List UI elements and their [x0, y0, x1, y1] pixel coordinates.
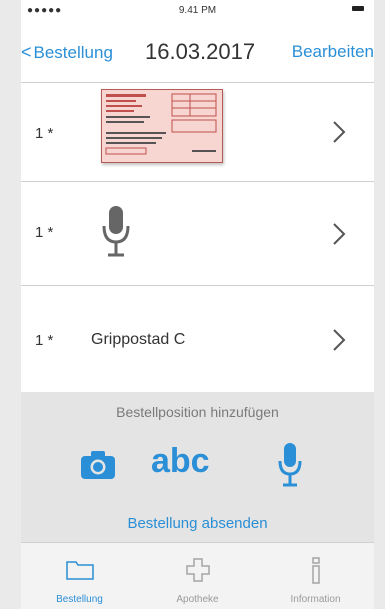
- microphone-icon[interactable]: [277, 442, 303, 488]
- edit-button[interactable]: Bearbeiten: [292, 42, 374, 62]
- item-name: Grippostad C: [91, 331, 186, 348]
- cross-icon: [185, 558, 210, 582]
- tab-label: Bestellung: [56, 594, 103, 605]
- tab-label: Information: [290, 594, 341, 605]
- item-quantity: 1 *: [35, 224, 54, 241]
- chevron-right-icon: [333, 329, 346, 351]
- chevron-right-icon: [333, 223, 346, 245]
- folder-icon: [65, 561, 94, 580]
- back-button[interactable]: < Bestellung: [21, 42, 113, 63]
- tab-bestellung[interactable]: Bestellung: [21, 543, 138, 609]
- tab-bar: Bestellung Apotheke Information: [21, 542, 374, 609]
- tab-label: Apotheke: [176, 594, 219, 605]
- page-title: 16.03.2017: [145, 39, 256, 64]
- chevron-left-icon: <: [21, 42, 32, 62]
- back-button-label: Bestellung: [33, 43, 113, 62]
- battery-icon: [352, 6, 364, 11]
- list-item[interactable]: 1 *: [21, 182, 374, 286]
- microphone-icon: [102, 206, 130, 257]
- item-quantity: 1 *: [35, 332, 54, 349]
- text-entry-button[interactable]: abc: [151, 442, 210, 481]
- status-bar: ●●●●● 9.41 PM: [21, 0, 374, 20]
- navigation-bar: < Bestellung 16.03.2017 Bearbeiten: [21, 20, 374, 83]
- chevron-right-icon: [333, 121, 346, 143]
- list-item[interactable]: 1 * Grippostad C: [21, 286, 374, 392]
- info-icon: [311, 557, 320, 584]
- list-item[interactable]: 1 *: [21, 83, 374, 182]
- camera-icon[interactable]: [80, 450, 116, 480]
- status-time: 9.41 PM: [178, 5, 217, 16]
- tab-information[interactable]: Information: [257, 543, 374, 609]
- item-quantity: 1 *: [35, 125, 54, 142]
- phone-screen: ●●●●● 9.41 PM < Bestellung 16.03.2017 Bea…: [21, 0, 374, 609]
- tab-apotheke[interactable]: Apotheke: [139, 543, 256, 609]
- prescription-image: [101, 89, 223, 163]
- add-item-label: Bestellposition hinzufügen: [116, 404, 279, 420]
- add-item-panel: Bestellposition hinzufügen abc Bestellun…: [21, 392, 374, 542]
- send-order-button[interactable]: Bestellung absenden: [21, 515, 374, 532]
